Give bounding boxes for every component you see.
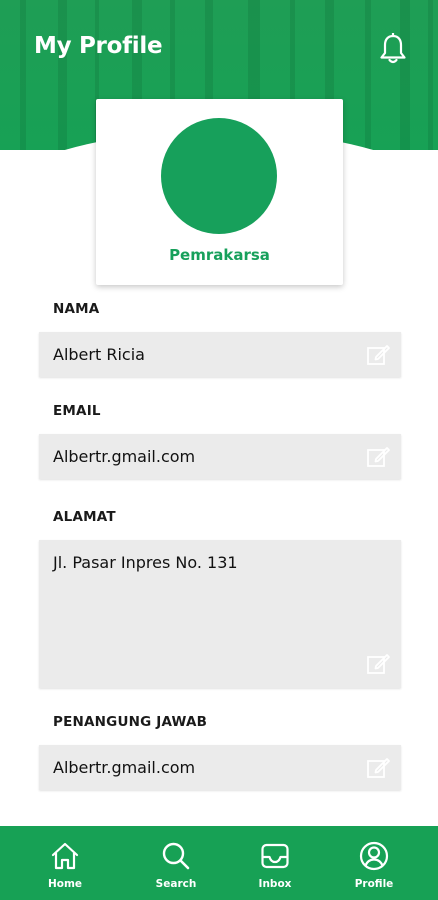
penangung-jawab-field[interactable]: Albertr.gmail.com xyxy=(39,745,401,790)
edit-icon[interactable] xyxy=(366,652,390,676)
penangung-jawab-label: PENANGUNG JAWAB xyxy=(53,714,208,730)
profile-card: Pemrakarsa xyxy=(96,99,343,285)
nav-home[interactable]: Home xyxy=(25,826,105,900)
email-field[interactable]: Albertr.gmail.com xyxy=(39,434,401,479)
avatar[interactable] xyxy=(161,118,277,234)
email-label: EMAIL xyxy=(53,403,101,419)
alamat-label: ALAMAT xyxy=(53,509,116,525)
nama-value: Albert Ricia xyxy=(53,345,145,364)
edit-icon[interactable] xyxy=(366,445,390,469)
alamat-value: Jl. Pasar Inpres No. 131 xyxy=(53,553,238,572)
inbox-icon xyxy=(261,843,289,869)
nav-search[interactable]: Search xyxy=(136,826,216,900)
nav-inbox[interactable]: Inbox xyxy=(235,826,315,900)
email-value: Albertr.gmail.com xyxy=(53,447,196,466)
profile-icon xyxy=(359,841,389,871)
home-icon xyxy=(51,842,79,870)
nama-field[interactable]: Albert Ricia xyxy=(39,332,401,377)
alamat-field[interactable]: Jl. Pasar Inpres No. 131 xyxy=(39,540,401,688)
nav-search-label: Search xyxy=(155,878,197,890)
nav-inbox-label: Inbox xyxy=(258,878,292,890)
bottom-nav: Home Search Inbox Profile xyxy=(0,826,438,900)
edit-icon[interactable] xyxy=(366,756,390,780)
bell-icon[interactable] xyxy=(378,33,408,65)
edit-icon[interactable] xyxy=(366,343,390,367)
penangung-jawab-value: Albertr.gmail.com xyxy=(53,758,196,777)
page-title: My Profile xyxy=(34,33,163,59)
nav-home-label: Home xyxy=(47,878,83,890)
nama-label: NAMA xyxy=(53,301,100,317)
search-icon xyxy=(162,842,190,870)
profile-role: Pemrakarsa xyxy=(169,246,270,264)
nav-profile-label: Profile xyxy=(354,878,394,890)
nav-profile[interactable]: Profile xyxy=(334,826,414,900)
